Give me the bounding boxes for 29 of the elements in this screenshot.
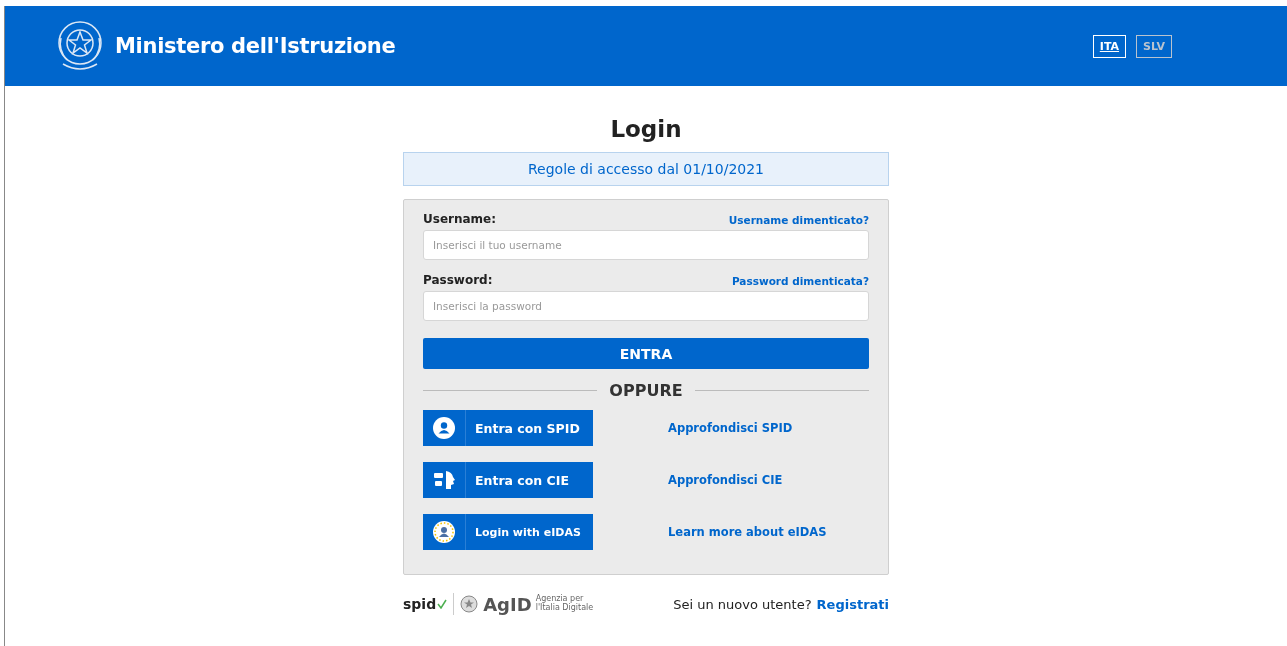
login-button[interactable]: ENTRA	[423, 338, 869, 369]
agid-logo: AgID	[483, 593, 532, 615]
check-icon	[437, 599, 448, 609]
register-link[interactable]: Registrati	[816, 596, 889, 612]
input-field[interactable]: Inserisci la password	[423, 291, 869, 321]
forgot-link[interactable]: Username dimenticato?	[728, 214, 869, 226]
field-label: Password:	[423, 273, 493, 287]
info-link[interactable]: Approfondisci SPID	[668, 421, 793, 435]
language-button[interactable]: SLV	[1136, 34, 1172, 58]
signup-prompt: Sei un nuovo utente?	[673, 596, 812, 612]
info-link[interactable]: Learn more about eIDAS	[668, 525, 827, 539]
language-button[interactable]: ITA	[1092, 34, 1127, 58]
page-title: Login	[609, 116, 683, 142]
spid-logo: spid	[403, 596, 448, 612]
login-provider-button[interactable]: Entra con CIE	[423, 462, 593, 498]
input-field[interactable]: Inserisci il tuo username	[423, 230, 869, 260]
id-card-icon	[432, 468, 456, 492]
separator-text: OPPURE	[609, 381, 683, 400]
agid-caption: Agenzia per l'Italia Digitale	[535, 595, 595, 613]
info-link[interactable]: Approfondisci CIE	[668, 473, 783, 487]
emblem-icon	[460, 595, 479, 613]
eu-person-icon	[432, 520, 456, 544]
field-label: Username:	[423, 212, 497, 226]
person-icon	[433, 417, 455, 439]
site-title: Ministero dell'Istruzione	[115, 34, 397, 58]
login-provider-button[interactable]: Entra con SPID	[423, 410, 593, 446]
forgot-link[interactable]: Password dimenticata?	[731, 275, 869, 287]
notice-banner[interactable]: Regole di accesso dal 01/10/2021	[403, 152, 889, 186]
login-provider-button[interactable]: Login with eIDAS	[423, 514, 593, 550]
